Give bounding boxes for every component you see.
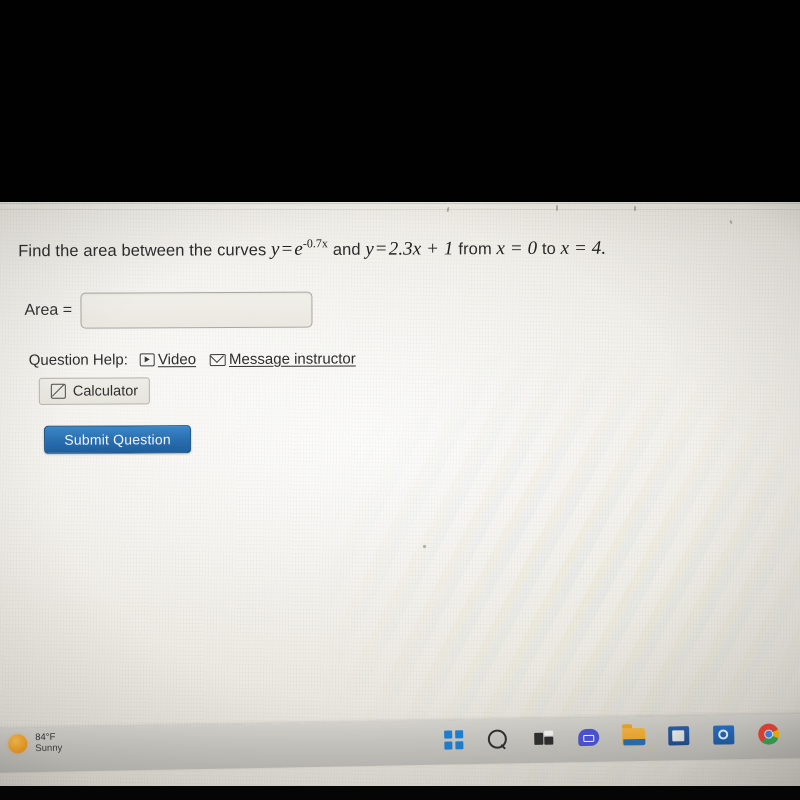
equation-1-exponent: -0.7x <box>302 236 328 251</box>
question-range-text: from <box>458 240 492 259</box>
microsoft-store-icon <box>668 726 690 746</box>
question-prompt: Find the area between the curves y = e-0.7… <box>18 235 606 262</box>
equation-1-equals: = <box>281 239 293 261</box>
envelope-icon <box>210 353 227 366</box>
equation-2-lhs: y <box>365 238 374 260</box>
dust-speck <box>634 206 636 211</box>
file-explorer-button[interactable] <box>621 724 646 749</box>
calculator-icon <box>50 383 66 399</box>
weather-condition: Sunny <box>35 742 63 754</box>
task-view-button[interactable] <box>531 726 556 751</box>
message-instructor-label: Message instructor <box>228 350 356 369</box>
calculator-button-label: Calculator <box>72 382 139 400</box>
microsoft-store-button[interactable] <box>666 723 691 748</box>
question-to-text: to <box>541 239 556 258</box>
equation-1-base: e <box>294 239 303 261</box>
taskbar-icon-tray <box>441 721 781 753</box>
answer-row: Area = <box>24 291 313 329</box>
weather-text: 84°F Sunny <box>35 732 63 755</box>
upper-limit: x = 4 <box>560 237 602 259</box>
photos-icon <box>713 725 735 745</box>
video-help-link[interactable]: Video <box>139 351 197 369</box>
calculator-button[interactable]: Calculator <box>38 377 151 405</box>
question-lead-text: Find the area between the curves <box>18 241 267 261</box>
question-conjunction: and <box>332 240 361 259</box>
question-period: . <box>601 237 607 259</box>
weather-widget[interactable]: 84°F Sunny <box>8 732 63 755</box>
question-help-label: Question Help: <box>28 351 128 369</box>
answer-label: Area = <box>24 301 73 319</box>
letterbox-bottom <box>0 786 800 800</box>
video-link-label: Video <box>157 351 197 369</box>
lower-limit: x = 0 <box>496 237 538 260</box>
chrome-button[interactable] <box>756 721 781 746</box>
chat-icon <box>578 728 600 747</box>
equation-1: y = e-0.7x <box>271 236 333 261</box>
screenshot-root: Find the area between the curves y = e-0.7… <box>0 0 800 800</box>
area-answer-input[interactable] <box>79 291 313 329</box>
equation-2: y = 2.3x + 1 <box>365 238 458 259</box>
chat-button[interactable] <box>576 725 601 750</box>
question-help-row: Question Help: Video Message instructor <box>29 350 370 368</box>
dust-speck <box>423 545 426 548</box>
play-box-icon <box>139 353 155 367</box>
message-instructor-link[interactable]: Message instructor <box>210 350 356 368</box>
photos-button[interactable] <box>711 722 736 747</box>
start-button[interactable] <box>441 727 466 752</box>
sun-icon <box>8 734 28 754</box>
equation-2-rhs: 2.3x + 1 <box>388 238 454 260</box>
homework-page-content: Find the area between the curves y = e-0.7… <box>0 200 800 760</box>
task-view-icon <box>533 730 554 746</box>
search-button[interactable] <box>483 725 511 753</box>
letterbox-top <box>0 0 800 202</box>
start-icon <box>444 730 464 750</box>
submit-question-button[interactable]: Submit Question <box>43 425 192 454</box>
search-icon <box>483 725 511 753</box>
file-explorer-icon <box>622 727 646 746</box>
chrome-icon <box>758 723 780 745</box>
dust-speck <box>556 205 558 211</box>
photographed-screen: Find the area between the curves y = e-0.7… <box>0 200 800 800</box>
equation-2-equals: = <box>375 238 387 260</box>
